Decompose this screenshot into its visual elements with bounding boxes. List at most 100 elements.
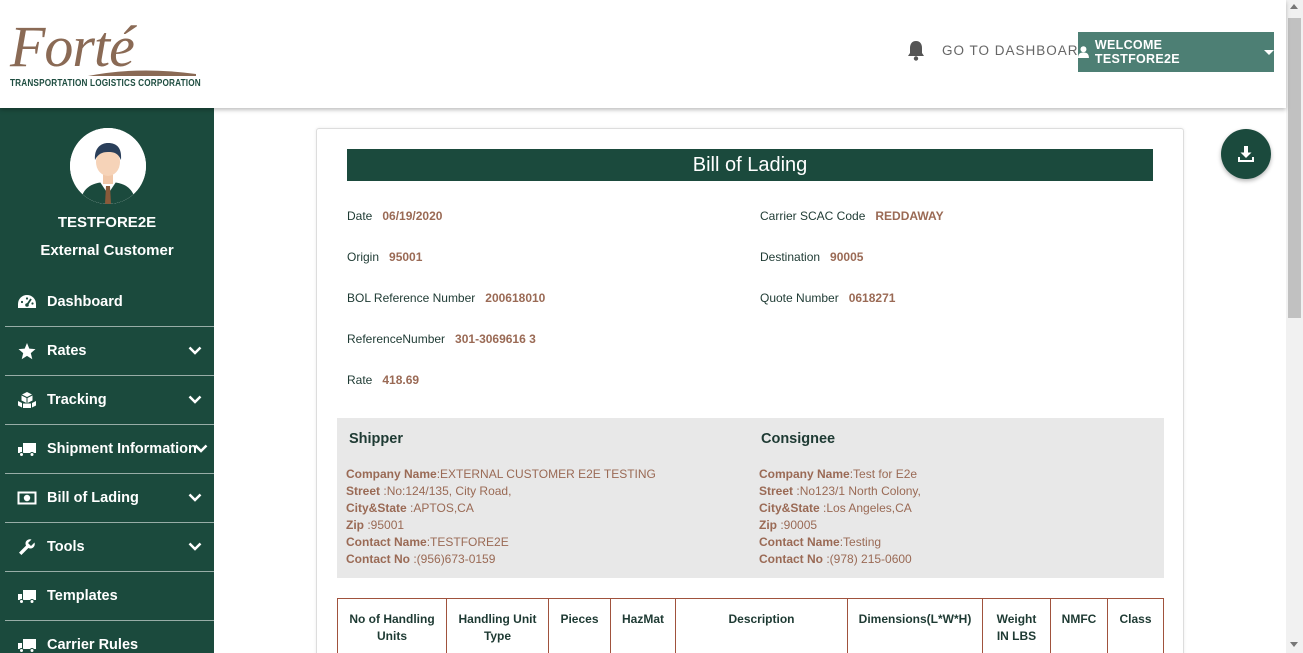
field-destination: Destination 90005 — [760, 250, 863, 264]
logo-swoosh — [88, 70, 196, 76]
wrench-icon — [17, 538, 37, 556]
shipper-contact-name-label: Contact Name — [346, 535, 427, 549]
sidebar-item-bill-of-lading[interactable]: Bill of Lading — [5, 474, 214, 523]
avatar — [70, 128, 146, 204]
user-name: TESTFORE2E — [57, 214, 157, 231]
table-header-handling-units: No of Handling Units — [338, 599, 447, 653]
shipper-heading: Shipper — [349, 431, 403, 447]
reference-number-value: 301-3069616 3 — [455, 332, 536, 346]
truck-icon — [17, 587, 37, 605]
consignee-citystate-label: City&State — [759, 501, 820, 515]
shipper-street: No:124/135, City Road, — [386, 484, 512, 498]
bell-icon[interactable] — [906, 40, 926, 62]
table-header-weight: Weight IN LBS — [983, 599, 1051, 653]
user-role: External Customer — [40, 242, 174, 259]
consignee-company: Test for E2e — [853, 467, 918, 481]
forte-logo[interactable]: Forté TRANSPORTATION LOGISTICS CORPORATI… — [8, 18, 201, 92]
date-label: Date — [347, 209, 373, 223]
quote-number-value: 0618271 — [848, 291, 896, 305]
table-header-pieces: Pieces — [549, 599, 611, 653]
user-avatar-icon — [70, 128, 146, 204]
sidebar-item-label: Shipment Information — [47, 441, 197, 457]
table-header-description: Description — [676, 599, 848, 653]
scroll-down-arrow-icon[interactable] — [1290, 642, 1298, 647]
field-date: Date 06/19/2020 — [347, 209, 442, 223]
sidebar-item-label: Templates — [47, 588, 118, 604]
table-header-handling-unit-type: Handling Unit Type — [447, 599, 549, 653]
field-reference-number: ReferenceNumber 301-3069616 3 — [347, 332, 536, 346]
truck-icon — [17, 440, 37, 458]
consignee-details: Company Name:Test for E2e Street :No123/… — [759, 467, 921, 566]
shipper-contact-no: (956)673-0159 — [416, 552, 496, 566]
table-header-dimensions: Dimensions(L*W*H) — [848, 599, 983, 653]
origin-value: 95001 — [389, 250, 423, 264]
scroll-up-arrow-icon[interactable] — [1290, 4, 1298, 9]
sidebar-item-label: Bill of Lading — [47, 490, 139, 506]
sidebar-item-templates[interactable]: Templates — [5, 572, 214, 621]
shipper-zip-label: Zip — [346, 518, 364, 532]
consignee-company-label: Company Name — [759, 467, 850, 481]
consignee-zip-label: Zip — [759, 518, 777, 532]
consignee-contact-no-label: Contact No — [759, 552, 823, 566]
scac-label: Carrier SCAC Code — [760, 209, 866, 223]
quote-number-label: Quote Number — [760, 291, 839, 305]
shipper-street-label: Street — [346, 484, 381, 498]
sidebar-item-dashboard[interactable]: Dashboard — [5, 278, 214, 327]
shipper-company-label: Company Name — [346, 467, 437, 481]
table-header-nmfc: NMFC — [1051, 599, 1108, 653]
shipper-company: EXTERNAL CUSTOMER E2E TESTING — [440, 467, 656, 481]
shipper-contact-no-label: Contact No — [346, 552, 410, 566]
sidebar-item-tracking[interactable]: Tracking — [5, 376, 214, 425]
chevron-down-icon — [188, 542, 202, 551]
scroll-thumb[interactable] — [1288, 18, 1301, 318]
sidebar-nav: Dashboard Rates Tracking Shipment Inform… — [5, 278, 214, 653]
money-bill-icon — [17, 489, 37, 507]
download-button[interactable] — [1221, 129, 1271, 179]
truck-icon — [17, 636, 37, 653]
items-table: No of Handling Units Handling Unit Type … — [337, 598, 1164, 653]
bol-card: Bill of Lading Date 06/19/2020 Carrier SC… — [316, 128, 1184, 653]
welcome-user-dropdown[interactable]: WELCOME TESTFORE2E — [1078, 32, 1274, 72]
sidebar-item-label: Carrier Rules — [47, 637, 139, 653]
sidebar-item-tools[interactable]: Tools — [5, 523, 214, 572]
origin-label: Origin — [347, 250, 380, 264]
shipper-details: Company Name:EXTERNAL CUSTOMER E2E TESTI… — [346, 467, 656, 566]
destination-value: 90005 — [830, 250, 864, 264]
sidebar-item-shipment-information[interactable]: Shipment Information — [5, 425, 214, 474]
sidebar-item-label: Rates — [47, 343, 87, 359]
chevron-down-icon — [188, 395, 202, 404]
field-rate: Rate 418.69 — [347, 373, 419, 387]
user-icon — [1078, 46, 1089, 58]
download-icon — [1238, 146, 1254, 162]
caret-down-icon — [1264, 49, 1274, 55]
sidebar-item-label: Tracking — [47, 392, 107, 408]
consignee-heading: Consignee — [761, 431, 836, 447]
shipper-citystate-label: City&State — [346, 501, 407, 515]
shipper-citystate: APTOS,CA — [413, 501, 474, 515]
sidebar-item-carrier-rules[interactable]: Carrier Rules — [5, 621, 214, 653]
logo-subtitle: TRANSPORTATION LOGISTICS CORPORATION — [10, 78, 201, 89]
consignee-contact-no: (978) 215-0600 — [829, 552, 912, 566]
dashboard-icon — [17, 293, 37, 311]
page-scrollbar[interactable] — [1286, 0, 1303, 653]
bol-reference-label: BOL Reference Number — [347, 291, 476, 305]
shipper-consignee-panel: Shipper Company Name:EXTERNAL CUSTOMER E… — [337, 418, 1164, 578]
top-header: Forté TRANSPORTATION LOGISTICS CORPORATI… — [0, 0, 1286, 108]
field-origin: Origin 95001 — [347, 250, 422, 264]
star-icon — [17, 342, 37, 360]
shipper-contact-name: TESTFORE2E — [430, 535, 509, 549]
rate-label: Rate — [347, 373, 373, 387]
date-value: 06/19/2020 — [382, 209, 443, 223]
go-to-dashboard-link[interactable]: GO TO DASHBOARD — [942, 43, 1089, 58]
destination-label: Destination — [760, 250, 821, 264]
rate-value: 418.69 — [382, 373, 420, 387]
shipper-zip: 95001 — [370, 518, 405, 532]
table-header-class: Class — [1119, 612, 1152, 626]
sidebar: TESTFORE2E External Customer Dashboard R… — [0, 108, 214, 653]
table-header-hazmat: HazMat — [611, 599, 676, 653]
bol-reference-value: 200618010 — [485, 291, 546, 305]
sidebar-item-label: Dashboard — [47, 294, 123, 310]
consignee-street: No123/1 North Colony, — [799, 484, 921, 498]
chevron-down-icon — [194, 444, 208, 453]
sidebar-item-rates[interactable]: Rates — [5, 327, 214, 376]
